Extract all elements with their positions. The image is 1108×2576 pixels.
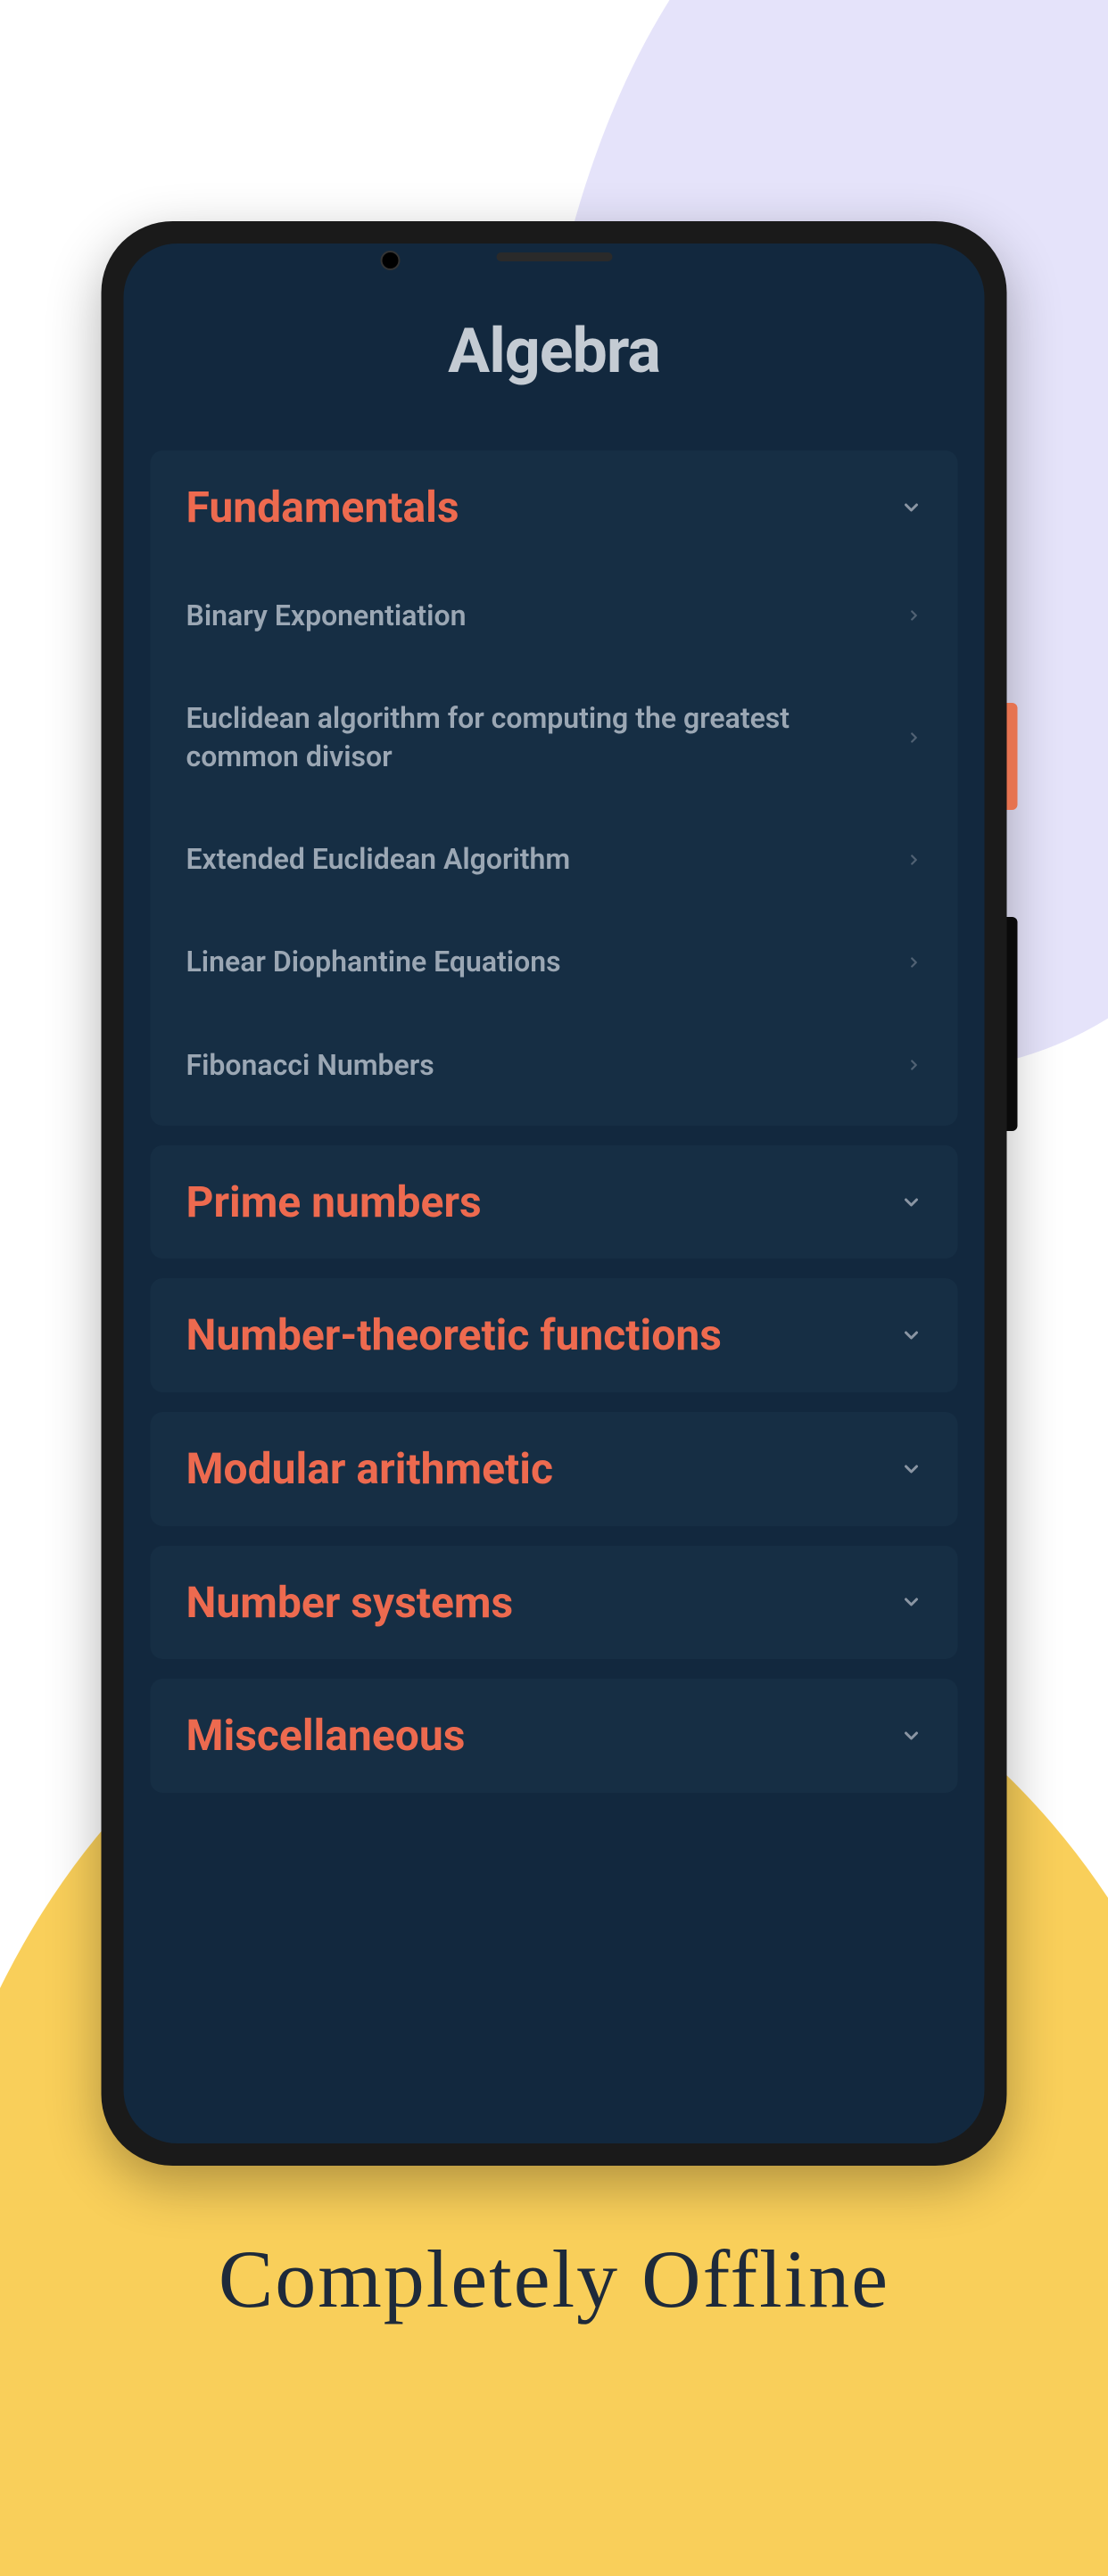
phone-notch bbox=[496, 252, 612, 261]
section-title: Number-theoretic functions bbox=[186, 1309, 722, 1361]
phone-volume-button bbox=[1007, 917, 1018, 1131]
chevron-right-icon bbox=[906, 954, 922, 970]
section-card: Miscellaneous bbox=[151, 1679, 958, 1793]
chevron-down-icon bbox=[901, 497, 922, 518]
section-header[interactable]: Fundamentals bbox=[151, 450, 958, 565]
section-header[interactable]: Prime numbers bbox=[151, 1145, 958, 1259]
section-header[interactable]: Number-theoretic functions bbox=[151, 1278, 958, 1392]
phone-camera bbox=[380, 251, 400, 270]
section-title: Prime numbers bbox=[186, 1177, 482, 1228]
chevron-down-icon bbox=[901, 1458, 922, 1480]
section-title: Number systems bbox=[186, 1577, 514, 1629]
chevron-right-icon bbox=[906, 1057, 922, 1073]
chevron-down-icon bbox=[901, 1725, 922, 1746]
page-title: Algebra bbox=[151, 315, 958, 388]
list-item-label: Binary Exponentiation bbox=[186, 597, 493, 635]
section-title: Miscellaneous bbox=[186, 1710, 466, 1762]
phone-speaker bbox=[496, 252, 612, 261]
chevron-down-icon bbox=[901, 1325, 922, 1346]
section-title: Modular arithmetic bbox=[186, 1443, 553, 1495]
chevron-right-icon bbox=[906, 607, 922, 623]
chevron-right-icon bbox=[906, 852, 922, 868]
list-item[interactable]: Linear Diophantine Equations bbox=[151, 911, 958, 1013]
section-header[interactable]: Miscellaneous bbox=[151, 1679, 958, 1793]
phone-power-button bbox=[1007, 703, 1018, 810]
list-item-label: Euclidean algorithm for computing the gr… bbox=[186, 699, 906, 776]
tagline: Completely Offline bbox=[0, 2232, 1108, 2326]
chevron-down-icon bbox=[901, 1591, 922, 1613]
section-header[interactable]: Modular arithmetic bbox=[151, 1412, 958, 1526]
list-item[interactable]: Fibonacci Numbers bbox=[151, 1014, 958, 1117]
sections-container: Fundamentals Binary Exponentiation Euclide… bbox=[151, 450, 958, 1793]
phone-bezel: Algebra Fundamentals Binary Exponentiatio… bbox=[102, 221, 1007, 2166]
section-card: Prime numbers bbox=[151, 1145, 958, 1259]
section-items: Binary Exponentiation Euclidean algorithm… bbox=[151, 565, 958, 1126]
list-item[interactable]: Euclidean algorithm for computing the gr… bbox=[151, 667, 958, 808]
section-card: Number systems bbox=[151, 1546, 958, 1660]
section-card: Fundamentals Binary Exponentiation Euclide… bbox=[151, 450, 958, 1126]
screen-content: Algebra Fundamentals Binary Exponentiatio… bbox=[124, 315, 985, 1793]
list-item-label: Extended Euclidean Algorithm bbox=[186, 840, 598, 879]
chevron-down-icon bbox=[901, 1192, 922, 1213]
phone-frame: Algebra Fundamentals Binary Exponentiatio… bbox=[102, 221, 1007, 2166]
chevron-right-icon bbox=[906, 730, 922, 746]
list-item[interactable]: Binary Exponentiation bbox=[151, 565, 958, 667]
list-item[interactable]: Extended Euclidean Algorithm bbox=[151, 808, 958, 911]
list-item-label: Linear Diophantine Equations bbox=[186, 943, 588, 981]
section-header[interactable]: Number systems bbox=[151, 1546, 958, 1660]
list-item-label: Fibonacci Numbers bbox=[186, 1046, 461, 1085]
section-card: Number-theoretic functions bbox=[151, 1278, 958, 1392]
section-card: Modular arithmetic bbox=[151, 1412, 958, 1526]
section-title: Fundamentals bbox=[186, 482, 459, 533]
phone-screen: Algebra Fundamentals Binary Exponentiatio… bbox=[124, 244, 985, 2143]
